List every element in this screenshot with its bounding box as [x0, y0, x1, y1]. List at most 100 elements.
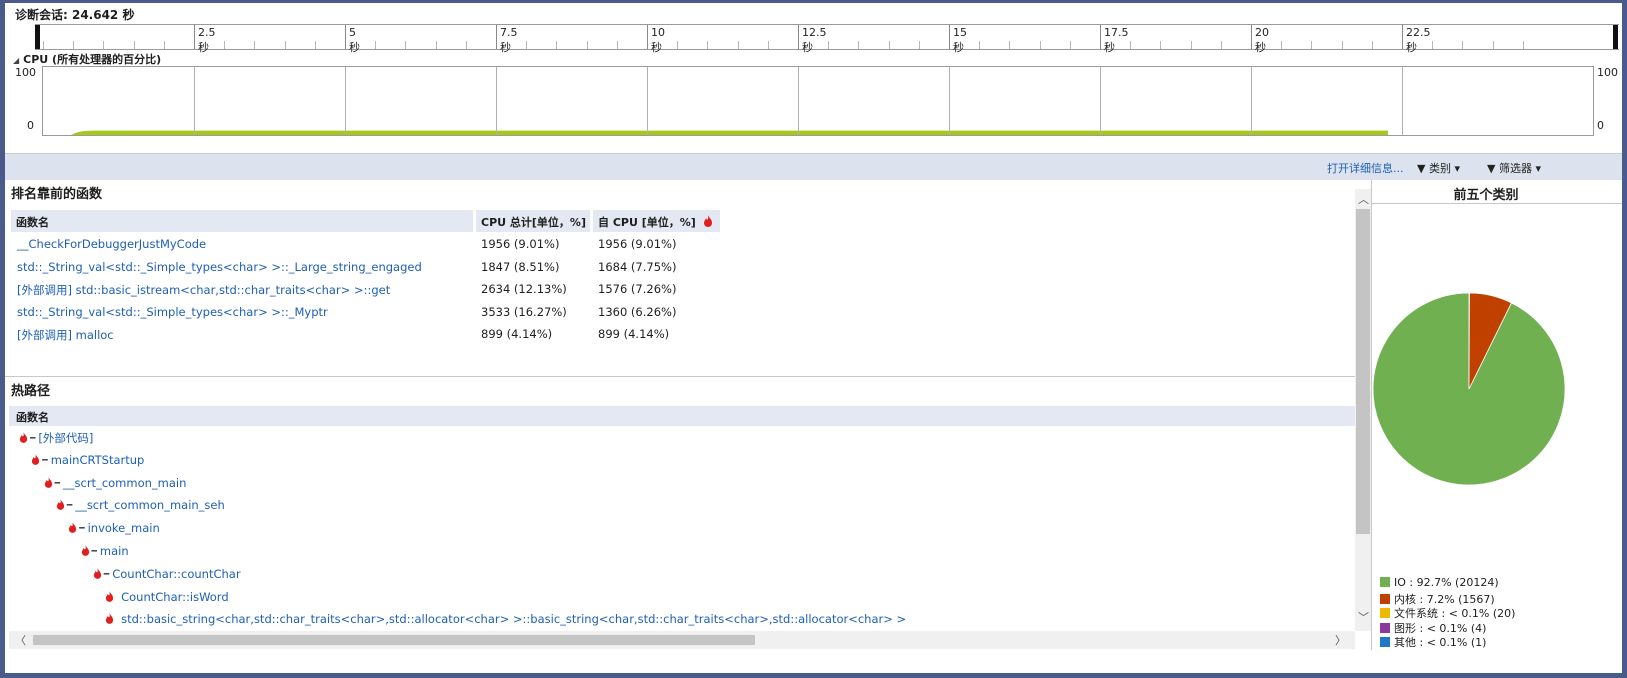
scroll-left-icon[interactable]: 〈	[15, 632, 26, 648]
collapse-minus-icon[interactable]: ━	[79, 524, 84, 534]
ruler-tick	[375, 41, 377, 49]
legend-entry: 文件系统 : < 0.1% (20)	[1380, 605, 1515, 621]
function-name-link[interactable]: __CheckForDebuggerJustMyCode	[17, 237, 206, 251]
collapse-minus-icon[interactable]: ━	[30, 434, 35, 444]
hot-path-node-label: mainCRTStartup	[50, 452, 145, 467]
hot-flame-icon	[704, 215, 712, 227]
cpu-y-min-right: 0	[1597, 119, 1604, 132]
cpu-gridline	[496, 67, 497, 135]
ruler-label: 7.5秒	[500, 26, 518, 54]
scroll-right-icon[interactable]: 〉	[1335, 632, 1346, 648]
ruler-tick	[1009, 41, 1011, 49]
legend-swatch	[1380, 637, 1390, 648]
filter-dropdown[interactable]: ▼ 筛选器 ▾	[1487, 160, 1541, 176]
function-name-link[interactable]: std::_String_val<std::_Simple_types<char…	[17, 305, 328, 319]
hot-path-node-label: CountChar::isWord	[121, 589, 229, 604]
legend-swatch	[1380, 622, 1390, 633]
cpu-y-max-right: 100	[1597, 66, 1618, 79]
vertical-scroll-thumb[interactable]	[1356, 209, 1370, 534]
ruler-label: 20秒	[1255, 26, 1269, 54]
collapse-minus-icon[interactable]: ━	[92, 547, 97, 557]
ruler-label: 22.5秒	[1406, 26, 1431, 54]
hot-path-node[interactable]: ━ CountChar::countChar	[93, 567, 241, 581]
category-dropdown-label: 类别	[1428, 162, 1451, 175]
horizontal-scrollbar[interactable]: 〈 〉	[9, 631, 1355, 649]
legend-entry: IO : 92.7% (20124)	[1380, 576, 1499, 589]
legend-label: IO : 92.7% (20124)	[1394, 576, 1499, 589]
ruler-tick	[405, 41, 407, 49]
category-dropdown[interactable]: ▼ 类别 ▾	[1417, 160, 1460, 176]
hot-path-node[interactable]: ━ __scrt_common_main	[44, 475, 187, 490]
ruler-label: 17.5秒	[1104, 26, 1129, 54]
ruler-tick	[284, 41, 286, 49]
legend-label: 内核 : 7.2% (1567)	[1394, 592, 1495, 606]
ruler-tick	[1462, 41, 1464, 49]
open-details-link[interactable]: 打开详细信息...	[1327, 160, 1404, 176]
legend-entry: 内核 : 7.2% (1567)	[1380, 591, 1495, 607]
hot-flame-icon	[44, 476, 52, 488]
horizontal-scroll-thumb[interactable]	[33, 635, 755, 645]
hot-path-node-label: __scrt_common_main	[63, 475, 187, 490]
scroll-up-icon[interactable]: ︿	[1358, 191, 1369, 207]
ruler-mark: 15秒	[949, 25, 967, 54]
ruler-tick	[1039, 41, 1041, 49]
function-name-link[interactable]: [外部调用] std::basic_istream<char,std::char…	[17, 282, 390, 298]
hot-path-node[interactable]: CountChar::isWord	[105, 590, 229, 604]
collapse-minus-icon[interactable]: ━	[67, 501, 72, 511]
cpu-graph-header[interactable]: ◢ CPU (所有处理器的百分比)	[13, 51, 161, 67]
hot-path-node-label: std::basic_string<char,std::char_traits<…	[121, 612, 907, 627]
legend-label: 其他 : < 0.1% (1)	[1394, 636, 1487, 650]
collapse-minus-icon[interactable]: ━	[55, 479, 60, 489]
ruler-mark: 10秒	[647, 25, 665, 54]
ruler-tick	[1160, 41, 1162, 49]
ruler-label: 5秒	[349, 26, 360, 54]
collapse-triangle-icon[interactable]: ◢	[13, 56, 19, 65]
hot-path-node[interactable]: ━ [外部代码]	[19, 430, 93, 446]
hot-path-column-label: 函数名	[16, 411, 49, 424]
cpu-y-min-left: 0	[27, 119, 34, 132]
session-duration: 诊断会话: 24.642 秒	[15, 8, 135, 22]
chevron-down-icon: ▾	[1454, 162, 1460, 175]
scroll-down-icon[interactable]: ﹀	[1358, 609, 1369, 625]
hot-path-column-header[interactable]	[9, 406, 1355, 426]
ruler-mark: 20秒	[1251, 25, 1269, 54]
ruler-tick	[435, 41, 437, 49]
ruler-tick	[465, 41, 467, 49]
ruler-tick	[707, 41, 709, 49]
hot-path-node[interactable]: ━ main	[81, 544, 129, 558]
ruler-end-cap[interactable]	[1613, 25, 1618, 49]
hot-path-node[interactable]: ━ __scrt_common_main_seh	[56, 498, 225, 512]
collapse-minus-icon[interactable]: ━	[104, 570, 109, 580]
hot-path-node[interactable]: std::basic_string<char,std::char_traits<…	[105, 612, 906, 626]
collapse-minus-icon[interactable]: ━	[42, 456, 47, 466]
ruler-tick	[73, 41, 75, 49]
timeline-ruler[interactable]: 2.5秒 5秒 7.5秒 10秒 12.5秒 15秒 17.5秒 20秒 22.5秒	[35, 24, 1619, 54]
ruler-tick	[677, 41, 679, 49]
ruler-tick	[103, 41, 105, 49]
cpu-total-value: 899 (4.14%)	[481, 327, 553, 342]
hot-path-node-label: __scrt_common_main_seh	[75, 498, 225, 513]
cpu-graph-title: CPU (所有处理器的百分比)	[23, 53, 162, 66]
ruler-tick	[133, 41, 135, 49]
ruler-tick	[1130, 41, 1132, 49]
function-name-link[interactable]: [外部调用] malloc	[17, 327, 114, 343]
funnel-icon: ▼	[1417, 162, 1426, 175]
function-name-link[interactable]: std::_String_val<std::_Simple_types<char…	[17, 260, 422, 274]
ruler-tick	[737, 41, 739, 49]
ruler-start-cap[interactable]	[35, 25, 40, 49]
ruler-tick	[979, 41, 981, 49]
cpu-usage-area	[71, 130, 1388, 135]
vertical-scrollbar[interactable]: ︿ ﹀	[1355, 189, 1371, 631]
cpu-gridline	[345, 67, 346, 135]
column-header-function-name[interactable]	[11, 210, 473, 232]
hot-path-node[interactable]: ━ mainCRTStartup	[31, 453, 144, 467]
hot-flame-icon	[105, 613, 114, 625]
cpu-gridline	[647, 67, 648, 135]
ruler-mark: 2.5秒	[194, 25, 216, 54]
cpu-total-value: 1847 (8.51%)	[481, 259, 560, 274]
legend-label: 图形 : < 0.1% (4)	[1394, 621, 1487, 635]
self-cpu-value: 1956 (9.01%)	[598, 237, 677, 251]
cpu-usage-graph[interactable]	[42, 66, 1594, 136]
hot-flame-icon	[81, 545, 89, 556]
hot-path-node[interactable]: ━ invoke_main	[68, 521, 160, 535]
